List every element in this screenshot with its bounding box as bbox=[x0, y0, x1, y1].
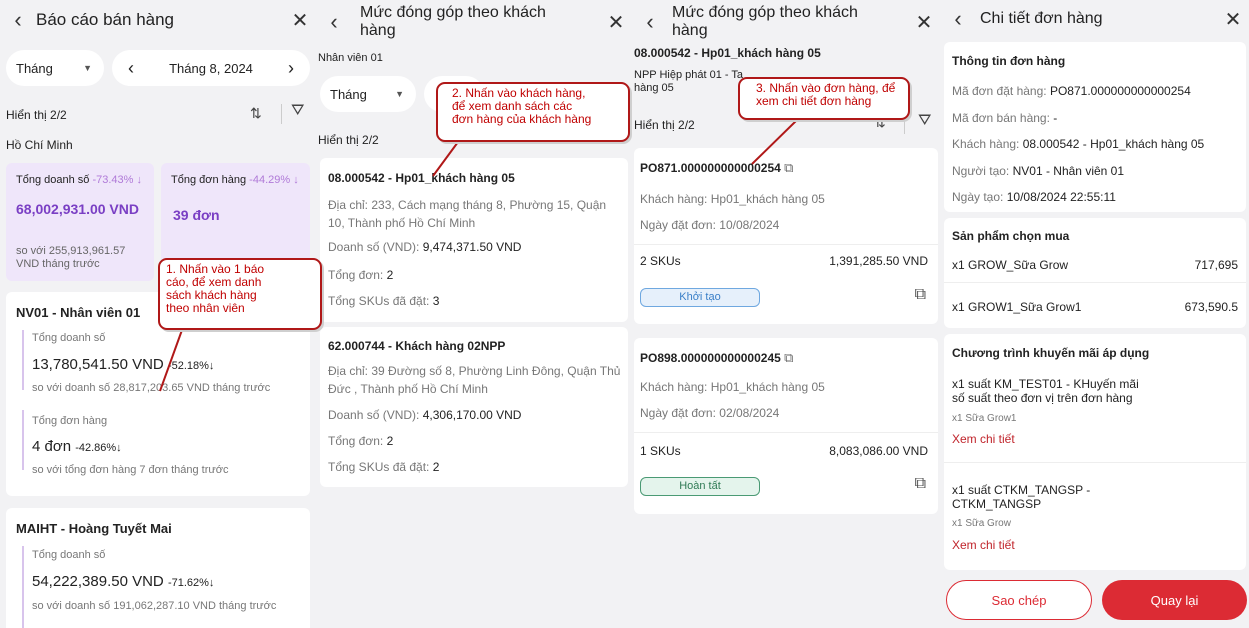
callout-step-1: 1. Nhấn vào 1 báo cáo, để xem danh sách … bbox=[158, 258, 322, 330]
callout-line: theo nhân viên bbox=[166, 301, 245, 315]
arrow-2 bbox=[432, 141, 459, 177]
arrow-1 bbox=[159, 329, 183, 392]
callout-line: xem chi tiết đơn hàng bbox=[756, 94, 872, 108]
callout-line: đơn hàng của khách hàng bbox=[452, 112, 592, 126]
callout-step-2: 2. Nhấn vào khách hàng, để xem danh sách… bbox=[436, 82, 630, 142]
arrow-3 bbox=[751, 119, 798, 165]
callout-step-3: 3. Nhấn vào đơn hàng, để xem chi tiết đơ… bbox=[738, 77, 910, 120]
